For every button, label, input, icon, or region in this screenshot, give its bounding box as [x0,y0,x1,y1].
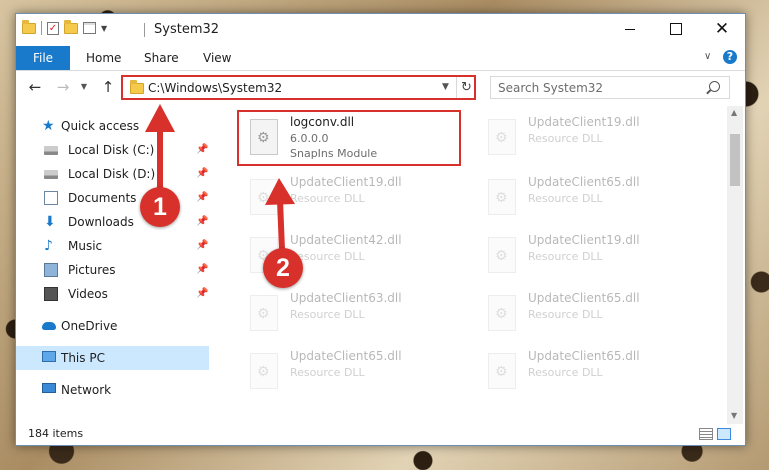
step-1-badge: 1 [140,187,180,227]
arrow-1 [145,104,175,195]
step-2-badge: 2 [263,248,303,288]
arrow-2 [265,178,295,253]
annotation-arrows [145,104,295,253]
